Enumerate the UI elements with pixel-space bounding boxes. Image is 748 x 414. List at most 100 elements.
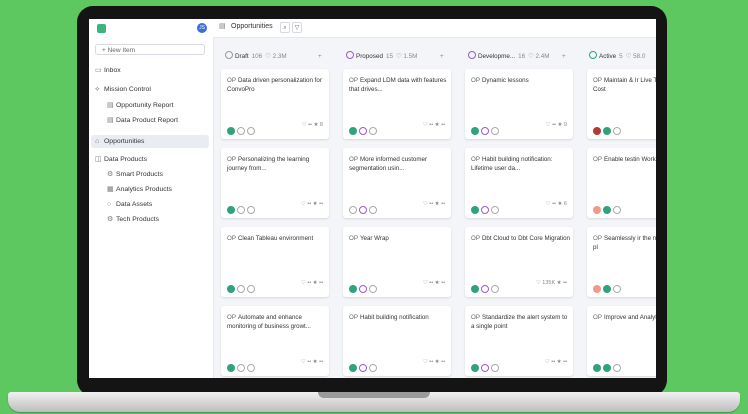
column-name: Developme...	[478, 53, 516, 60]
assignee-avatar[interactable]	[237, 285, 245, 293]
assignee-avatar[interactable]	[613, 127, 621, 135]
assignee-avatar[interactable]	[247, 206, 255, 214]
assignee-avatar[interactable]	[369, 285, 377, 293]
opportunity-card[interactable]: OP Dbt Cloud to Dbt Core Migration ♡ 135K …	[465, 227, 573, 297]
sidebar-item-analytics-products[interactable]: ▦ Analytics Products	[107, 184, 172, 196]
assignee-avatar[interactable]	[349, 285, 357, 293]
sidebar-item-smart-products[interactable]: ⚙ Smart Products	[107, 169, 163, 181]
assignee-avatar[interactable]	[613, 285, 621, 293]
opportunity-card[interactable]: OPMaintain & Ir Live Teacher's Cost♡ 5	[587, 69, 656, 139]
assignee-avatar[interactable]	[491, 127, 499, 135]
sidebar-item-label: Smart Products	[116, 171, 163, 178]
assignee-avatar[interactable]	[481, 127, 489, 135]
opportunity-card[interactable]: OP Automate and enhance monitoring of bus…	[221, 306, 329, 376]
assignee-avatar[interactable]	[227, 127, 235, 135]
assignee-avatar[interactable]	[349, 206, 357, 214]
assignee-avatar[interactable]	[593, 285, 601, 293]
assignee-avatar[interactable]	[613, 364, 621, 372]
card-stats: ♡ •• ★ ••	[422, 359, 445, 365]
opportunity-card[interactable]: OPSeamlessly ir the new payment pl♡ ••	[587, 227, 656, 297]
opportunity-card[interactable]: OP Personalizing the learning journey fro…	[221, 148, 329, 218]
assignee-avatar[interactable]	[593, 206, 601, 214]
assignee-avatar[interactable]	[359, 364, 367, 372]
assignee-avatar[interactable]	[369, 127, 377, 135]
assignee-avatar[interactable]	[481, 206, 489, 214]
opportunity-card[interactable]: OP Clean Tableau environment ♡ •• ★ ••	[221, 227, 329, 297]
column-header-proposed[interactable]: Proposed 15 ♡ 1.5M	[346, 51, 417, 63]
assignee-avatar[interactable]	[471, 127, 479, 135]
opportunity-card[interactable]: OPEnable testin Workday integratio♡ ••	[587, 148, 656, 218]
card-stats: ♡ •• ★ ••	[544, 359, 567, 365]
assignee-avatar[interactable]	[481, 364, 489, 372]
sidebar-item-tech-products[interactable]: ⚙ Tech Products	[107, 214, 159, 226]
filter-button[interactable]: ▽	[292, 22, 302, 33]
assignee-avatar[interactable]	[471, 364, 479, 372]
opportunity-card[interactable]: OP Expand LDM data with features that dri…	[343, 69, 451, 139]
new-item-button[interactable]: + New Item	[95, 44, 205, 55]
sidebar-item-data-products[interactable]: ◫ Data Products	[95, 154, 147, 166]
assignee-avatar[interactable]	[491, 364, 499, 372]
card-title-text: Expand LDM data with features that drive…	[349, 77, 447, 93]
sidebar-item-data-assets[interactable]: ○ Data Assets	[107, 199, 152, 211]
assignee-avatar[interactable]	[603, 364, 611, 372]
assignee-avatar[interactable]	[359, 206, 367, 214]
assignee-avatar[interactable]	[359, 127, 367, 135]
opportunity-card[interactable]: OP Year Wrap ♡ •• ★ ••	[343, 227, 451, 297]
card-prefix: OP	[593, 314, 602, 321]
sidebar-item-mission-control[interactable]: ⟡ Mission Control	[95, 84, 151, 96]
assignee-avatar[interactable]	[349, 364, 357, 372]
sidebar-item-inbox[interactable]: ▭ Inbox	[95, 65, 121, 77]
card-title: OPSeamlessly ir the new payment pl	[593, 235, 656, 252]
assignee-avatar[interactable]	[481, 285, 489, 293]
assignee-avatar[interactable]	[227, 285, 235, 293]
user-avatar[interactable]: JS	[197, 23, 207, 33]
card-assignees	[349, 201, 379, 214]
assignee-avatar[interactable]	[603, 206, 611, 214]
assignee-avatar[interactable]	[593, 364, 601, 372]
card-assignees	[349, 359, 379, 372]
add-card-proposed-icon[interactable]: +	[440, 51, 444, 63]
assignee-avatar[interactable]	[491, 285, 499, 293]
add-card-draft-icon[interactable]: +	[318, 51, 322, 63]
card-assignees	[227, 201, 257, 214]
assignee-avatar[interactable]	[369, 364, 377, 372]
opportunity-card[interactable]: OP Dynamic lessons ♡ •• ★ 9	[465, 69, 573, 139]
assignee-avatar[interactable]	[471, 285, 479, 293]
column-header-development[interactable]: Developme... 16 ♡ 2.4M	[468, 51, 550, 63]
column-header-active[interactable]: Active 5 ♡ 58.0	[589, 51, 645, 63]
assignee-avatar[interactable]	[237, 127, 245, 135]
sidebar-item-data-product-report[interactable]: ▤ Data Product Report	[107, 115, 178, 127]
opportunity-card[interactable]: OP More informed customer segmentation us…	[343, 148, 451, 218]
assignee-avatar[interactable]	[491, 206, 499, 214]
assignee-avatar[interactable]	[247, 285, 255, 293]
assignee-avatar[interactable]	[613, 206, 621, 214]
assignee-avatar[interactable]	[227, 206, 235, 214]
card-title: OP More informed customer segmentation us…	[349, 156, 449, 173]
assignee-avatar[interactable]	[227, 364, 235, 372]
assignee-avatar[interactable]	[247, 127, 255, 135]
search-button[interactable]: ⌕	[280, 22, 290, 33]
assignee-avatar[interactable]	[471, 206, 479, 214]
assignee-avatar[interactable]	[349, 127, 357, 135]
sidebar-item-opportunities[interactable]: ⌂ Opportunities	[95, 136, 144, 148]
sidebar-item-opportunity-report[interactable]: ▤ Opportunity Report	[107, 100, 173, 112]
assignee-avatar[interactable]	[369, 206, 377, 214]
add-card-development-icon[interactable]: +	[562, 51, 566, 63]
card-title-text: Habit building notification	[359, 314, 429, 321]
card-assignees	[593, 359, 623, 372]
app-screen: JS + New Item ▭ Inbox ⟡ Mission Control ▤ O…	[89, 19, 656, 378]
assignee-avatar[interactable]	[247, 364, 255, 372]
assignee-avatar[interactable]	[593, 127, 601, 135]
opportunity-card[interactable]: OP Habit building notification: Lifetime …	[465, 148, 573, 218]
assignee-avatar[interactable]	[603, 285, 611, 293]
opportunity-card[interactable]: OP Data driven personalization for ConvoP…	[221, 69, 329, 139]
opportunity-card[interactable]: OPImprove and Analytics Layer♡ ••	[587, 306, 656, 376]
assignee-avatar[interactable]	[237, 206, 245, 214]
assignee-avatar[interactable]	[237, 364, 245, 372]
assignee-avatar[interactable]	[359, 285, 367, 293]
opportunity-card[interactable]: OP Habit building notification ♡ •• ★ ••	[343, 306, 451, 376]
opportunity-card[interactable]: OP Standardize the alert system to a sing…	[465, 306, 573, 376]
column-header-draft[interactable]: Draft 106 ♡ 2.3M	[225, 51, 287, 63]
analytics-icon: ▦	[107, 186, 114, 193]
assignee-avatar[interactable]	[603, 127, 611, 135]
